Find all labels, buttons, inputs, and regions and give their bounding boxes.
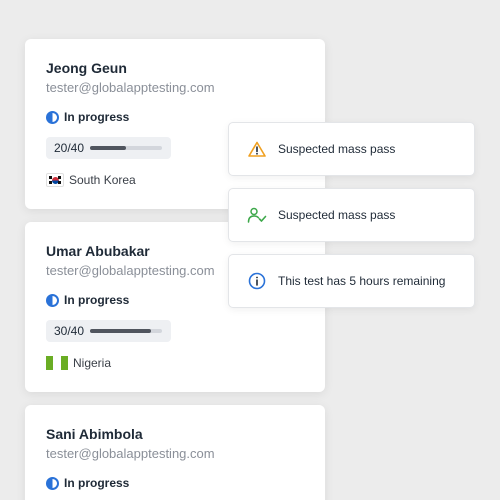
status-text: In progress <box>64 110 130 124</box>
in-progress-icon <box>46 110 59 124</box>
in-progress-icon <box>46 476 59 490</box>
status-text: In progress <box>64 293 130 307</box>
country-name: Nigeria <box>73 356 112 370</box>
user-check-icon <box>247 205 267 225</box>
status-text: In progress <box>64 476 130 490</box>
nigeria-flag-icon <box>46 356 68 370</box>
warning-triangle-icon <box>247 139 267 159</box>
info-circle-icon <box>247 271 267 291</box>
country-row: Nigeria <box>46 356 305 370</box>
progress-bar <box>90 146 163 150</box>
tester-email: tester@globalapptesting.com <box>46 446 215 461</box>
notification-item[interactable]: This test has 5 hours remaining <box>228 254 475 308</box>
tester-name: Sani Abimbola <box>46 426 143 442</box>
in-progress-icon <box>46 293 59 307</box>
tester-card[interactable]: Sani Abimbola tester@globalapptesting.co… <box>25 405 325 500</box>
south-korea-flag-icon <box>46 173 64 187</box>
country-name: South Korea <box>69 173 136 187</box>
progress-indicator: 20/40 <box>46 137 171 159</box>
notification-text: Suspected mass pass <box>278 208 396 222</box>
tester-name: Jeong Geun <box>46 60 127 76</box>
progress-count: 20/40 <box>54 141 85 155</box>
progress-bar-fill <box>90 329 152 333</box>
status-row: In progress <box>46 475 305 491</box>
tester-email: tester@globalapptesting.com <box>46 80 215 95</box>
notification-text: This test has 5 hours remaining <box>278 274 446 288</box>
progress-bar <box>90 329 163 333</box>
notification-item[interactable]: Suspected mass pass <box>228 122 475 176</box>
progress-indicator: 30/40 <box>46 320 171 342</box>
progress-count: 30/40 <box>54 324 85 338</box>
notification-item[interactable]: Suspected mass pass <box>228 188 475 242</box>
notification-text: Suspected mass pass <box>278 142 396 156</box>
progress-bar-fill <box>90 146 127 150</box>
